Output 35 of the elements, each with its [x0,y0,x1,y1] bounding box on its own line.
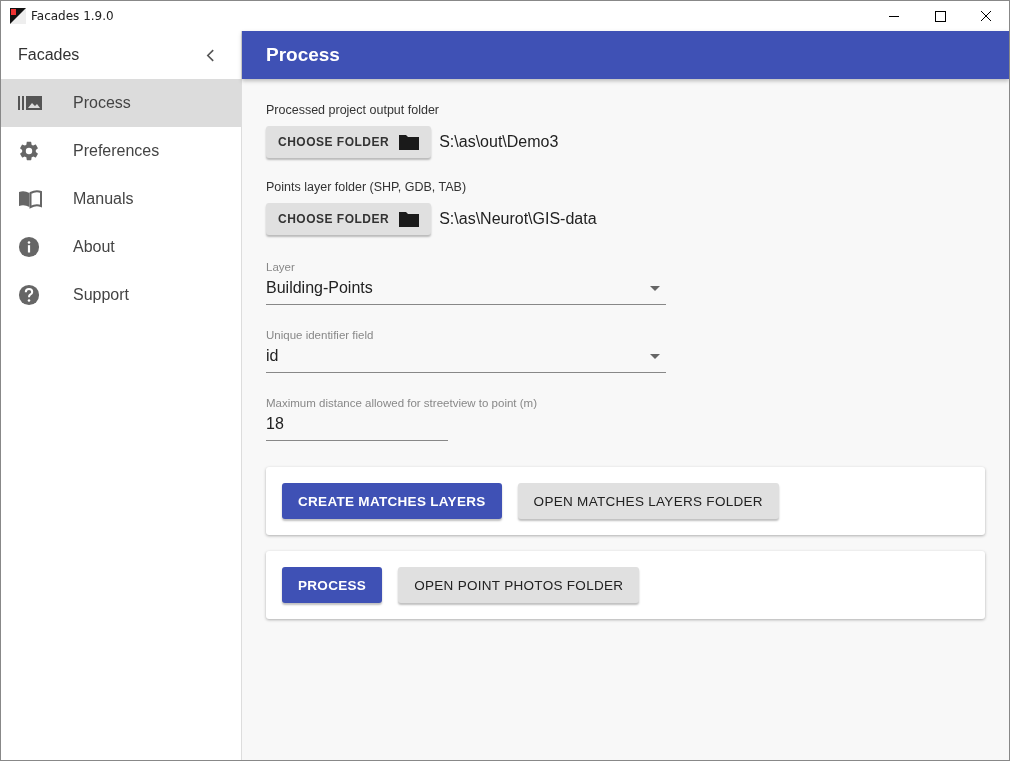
dropdown-field[interactable]: Building-Points [266,279,666,305]
book-icon [18,189,42,209]
page-title: Process [266,44,340,66]
help-icon [18,284,40,306]
input-field[interactable]: 18 [266,415,448,441]
photo-library-icon [18,95,42,111]
window-title: Facades 1.9.0 [31,9,114,23]
folder-path: S:\as\Neurot\GIS-data [439,210,597,228]
info-icon [18,236,40,258]
sidebar-item[interactable]: Preferences [1,127,241,175]
dropdown-field[interactable]: id [266,347,666,373]
primary-button[interactable]: CREATE MATCHES LAYERS [282,483,502,519]
sidebar-title: Facades [18,46,80,64]
folder-path: S:\as\out\Demo3 [439,133,559,151]
dropdown-arrow-icon [650,285,660,291]
sidebar-item[interactable]: About [1,223,241,271]
settings-icon [18,140,40,162]
chevron-left-icon[interactable] [206,48,215,62]
field-label: Unique identifier field [266,329,375,341]
dropdown-arrow-icon [650,353,660,359]
app-logo-icon [10,8,26,24]
sidebar-item[interactable]: Manuals [1,175,241,223]
choose-folder-button[interactable]: CHOOSE FOLDER [266,203,432,235]
folder-label: Points layer folder (SHP, GDB, TAB) [266,180,468,194]
secondary-button[interactable]: OPEN MATCHES LAYERS FOLDER [517,483,779,519]
field-label: Layer [266,261,296,273]
folder-label: Processed project output folder [266,103,441,117]
folder-icon [399,211,420,227]
sidebar-item[interactable]: Support [1,271,241,319]
secondary-button[interactable]: OPEN POINT PHOTOS FOLDER [398,567,640,603]
sidebar-item[interactable]: Process [1,79,241,127]
primary-button[interactable]: PROCESS [282,567,383,603]
field-label: Maximum distance allowed for streetview to point (m) [266,397,537,409]
folder-icon [399,134,420,150]
choose-folder-button[interactable]: CHOOSE FOLDER [266,126,432,158]
